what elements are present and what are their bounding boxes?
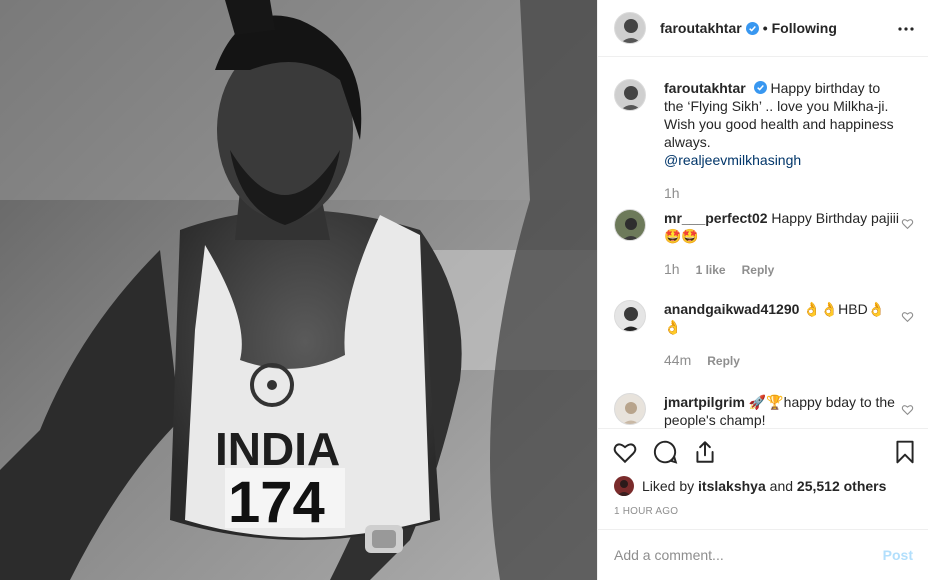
header-separator: • xyxy=(762,20,768,36)
likes-count[interactable]: 25,512 others xyxy=(797,478,887,494)
user-avatar-icon xyxy=(615,301,645,331)
comment-item: jmartpilgrim 🚀🏆happy bday to the people'… xyxy=(614,393,914,428)
add-comment-bar: Post xyxy=(598,529,928,580)
comment-likes[interactable]: 1 like xyxy=(696,263,726,277)
comment-username[interactable]: anandgaikwad41290 xyxy=(664,301,799,317)
verified-badge-icon xyxy=(745,21,759,35)
comment-item: mr___perfect02 Happy Birthday pajiii🤩🤩 1… xyxy=(614,209,914,279)
comments-list[interactable]: faroutakhtar Happy birthday to the ‘Flyi… xyxy=(598,57,928,429)
bib-number: 174 xyxy=(228,470,325,535)
likes-summary: Liked by itslakshya and 25,512 others xyxy=(614,476,886,496)
header-username[interactable]: faroutakhtar xyxy=(660,20,742,36)
verified-badge-icon xyxy=(753,81,767,94)
caption-username[interactable]: faroutakhtar xyxy=(664,80,746,96)
more-options-icon[interactable] xyxy=(897,20,915,38)
avatar[interactable] xyxy=(614,209,646,241)
avatar[interactable] xyxy=(614,12,646,44)
user-avatar-icon xyxy=(614,476,634,496)
jersey-text: INDIA xyxy=(215,423,340,475)
following-button[interactable]: Following xyxy=(772,20,837,36)
post-photo[interactable]: INDIA 174 xyxy=(0,0,597,580)
comment-time[interactable]: 1h xyxy=(664,261,680,277)
comment-bubble-icon[interactable] xyxy=(652,439,678,465)
avatar[interactable] xyxy=(614,300,646,332)
share-icon[interactable] xyxy=(692,439,718,465)
comment-body: jmartpilgrim 🚀🏆happy bday to the people'… xyxy=(664,393,902,428)
avatar[interactable] xyxy=(614,79,646,111)
caption: faroutakhtar Happy birthday to the ‘Flyi… xyxy=(614,79,914,201)
user-avatar-icon xyxy=(615,394,645,424)
like-heart-icon[interactable] xyxy=(612,439,638,465)
avatar[interactable] xyxy=(614,393,646,425)
user-avatar-icon xyxy=(615,80,645,110)
likes-prefix: Liked by xyxy=(642,478,695,494)
comment-input[interactable] xyxy=(614,547,883,563)
reply-button[interactable]: Reply xyxy=(742,263,775,277)
caption-mention[interactable]: @realjeevmilkhasingh xyxy=(664,152,801,168)
athlete-photo: INDIA 174 xyxy=(0,0,597,580)
comment-username[interactable]: mr___perfect02 xyxy=(664,210,768,226)
post-detail-panel: faroutakhtar • Following faroutakhtar Ha… xyxy=(597,0,928,580)
post-comment-button[interactable]: Post xyxy=(883,547,913,563)
comment-body: mr___perfect02 Happy Birthday pajiii🤩🤩 xyxy=(664,209,902,245)
user-avatar-icon xyxy=(615,210,645,240)
reply-button[interactable]: Reply xyxy=(707,354,740,368)
post-header: faroutakhtar • Following xyxy=(598,0,928,57)
caption-time[interactable]: 1h xyxy=(664,185,680,201)
comment-body: anandgaikwad41290 👌👌HBD👌👌 xyxy=(664,300,902,336)
like-comment-heart-icon[interactable] xyxy=(901,310,914,323)
bookmark-icon[interactable] xyxy=(892,439,918,465)
user-avatar-icon xyxy=(615,13,645,43)
comment-item: anandgaikwad41290 👌👌HBD👌👌 44m Reply xyxy=(614,300,914,370)
liker-username[interactable]: itslakshya xyxy=(698,478,766,494)
comment-meta: 44m Reply xyxy=(664,352,740,368)
post-timestamp[interactable]: 1 HOUR AGO xyxy=(614,506,678,517)
liker-avatar[interactable] xyxy=(614,476,634,496)
comment-meta: 1h 1 like Reply xyxy=(664,261,774,277)
caption-meta: 1h xyxy=(664,185,680,201)
comment-time[interactable]: 44m xyxy=(664,352,691,368)
post-actions xyxy=(598,429,928,477)
like-comment-heart-icon[interactable] xyxy=(901,217,914,230)
caption-body: faroutakhtar Happy birthday to the ‘Flyi… xyxy=(664,79,902,169)
likes-joiner: and xyxy=(769,478,794,494)
like-comment-heart-icon[interactable] xyxy=(901,403,914,416)
comment-username[interactable]: jmartpilgrim xyxy=(664,394,745,410)
